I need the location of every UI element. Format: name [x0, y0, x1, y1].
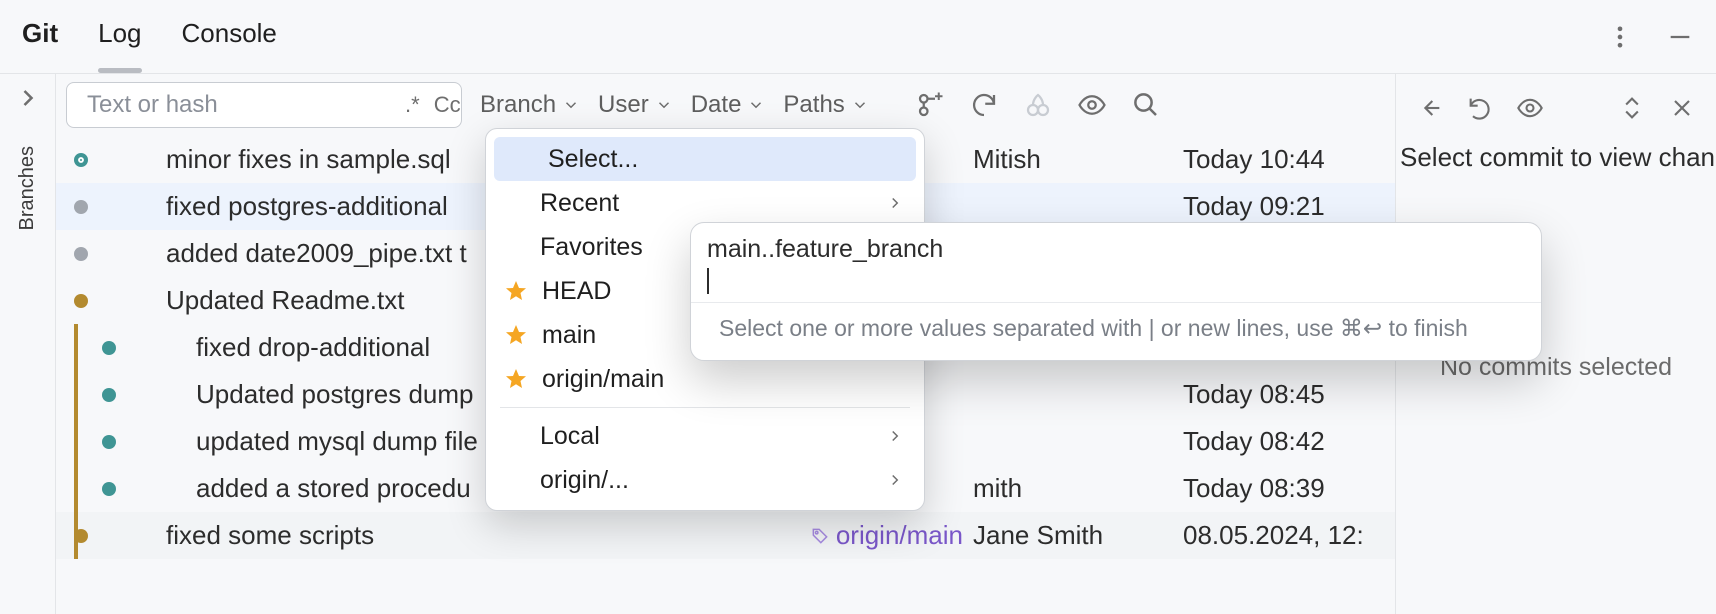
- go-to-icon[interactable]: [1416, 94, 1444, 122]
- commit-date: Today 09:21: [1183, 191, 1383, 222]
- commit-author: Jane Smith: [973, 520, 1183, 551]
- graph-cell: [56, 136, 166, 183]
- vcs-tabbar: Git Log Console: [0, 0, 1716, 74]
- graph-cell: [56, 183, 166, 230]
- graph-cell: [56, 277, 166, 324]
- branch-popup-select[interactable]: Select...: [494, 137, 916, 181]
- commit-date: Today 08:45: [1183, 379, 1383, 410]
- graph-cell: [56, 512, 166, 559]
- branch-popup-origin[interactable]: origin/...: [486, 458, 924, 502]
- eye-icon[interactable]: [1077, 90, 1107, 120]
- filter-branch[interactable]: Branch: [480, 91, 580, 119]
- branch-input-value[interactable]: main..feature_branch: [691, 223, 1541, 266]
- sidebar-branches-label[interactable]: Branches: [16, 146, 39, 231]
- kebab-menu-icon[interactable]: [1606, 23, 1634, 51]
- chevron-down-icon: [747, 96, 765, 114]
- find-icon[interactable]: [1131, 90, 1161, 120]
- branch-popup-origin-main[interactable]: origin/main: [486, 357, 924, 401]
- match-case-toggle[interactable]: Cc: [434, 92, 461, 118]
- filter-paths[interactable]: Paths: [783, 91, 868, 119]
- branch-popup-local[interactable]: Local: [486, 414, 924, 458]
- search-input[interactable]: [87, 91, 397, 119]
- graph-cell: [56, 418, 166, 465]
- preview-eye-icon[interactable]: [1516, 94, 1544, 122]
- star-icon: [504, 367, 528, 391]
- graph-cell: [56, 324, 166, 371]
- commit-author: mith: [973, 473, 1183, 504]
- left-gutter: Branches: [0, 74, 56, 614]
- commit-date: Today 08:42: [1183, 426, 1383, 457]
- chevron-down-icon: [851, 96, 869, 114]
- refresh-icon[interactable]: [969, 90, 999, 120]
- search-input-container[interactable]: .* Cc: [66, 82, 462, 128]
- chevron-right-icon: [886, 427, 904, 445]
- tab-console[interactable]: Console: [182, 18, 277, 55]
- chevron-right-icon: [886, 194, 904, 212]
- commit-date: 08.05.2024, 12:: [1183, 520, 1383, 551]
- commit-row[interactable]: fixed some scriptsorigin/mainJane Smith0…: [56, 512, 1395, 559]
- star-icon: [504, 279, 528, 303]
- commit-date: Today 08:39: [1183, 473, 1383, 504]
- tab-log[interactable]: Log: [98, 18, 141, 55]
- branch-input-popup: main..feature_branch Select one or more …: [690, 222, 1542, 361]
- separator: [500, 407, 910, 408]
- commit-ref-tag: origin/main: [736, 520, 973, 551]
- graph-cell: [56, 371, 166, 418]
- star-icon: [504, 323, 528, 347]
- graph-cell: [56, 230, 166, 277]
- branch-input-hint: Select one or more values separated with…: [691, 302, 1541, 360]
- log-toolbar: .* Cc Branch User Date Paths: [56, 74, 1395, 136]
- filter-date[interactable]: Date: [691, 91, 766, 119]
- regex-toggle[interactable]: .*: [405, 92, 420, 118]
- detail-select-commit-text: Select commit to view changes: [1396, 142, 1716, 173]
- filter-user[interactable]: User: [598, 91, 673, 119]
- expand-chevron-icon[interactable]: [14, 84, 42, 112]
- branch-input-caret-line[interactable]: [691, 266, 1541, 302]
- chevron-down-icon: [562, 96, 580, 114]
- close-icon[interactable]: [1668, 94, 1696, 122]
- revert-icon[interactable]: [1466, 94, 1494, 122]
- tab-git[interactable]: Git: [22, 18, 58, 55]
- graph-cell: [56, 465, 166, 512]
- branch-popup-recent[interactable]: Recent: [486, 181, 924, 225]
- commit-date: Today 10:44: [1183, 144, 1383, 175]
- commit-author: Mitish: [973, 144, 1183, 175]
- cherry-pick-icon[interactable]: [1023, 90, 1053, 120]
- minimize-icon[interactable]: [1666, 23, 1694, 51]
- chevron-down-icon: [655, 96, 673, 114]
- chevron-right-icon: [886, 471, 904, 489]
- commit-message: fixed some scripts: [166, 520, 736, 551]
- new-branch-icon[interactable]: [915, 90, 945, 120]
- expand-collapse-icon[interactable]: [1618, 94, 1646, 122]
